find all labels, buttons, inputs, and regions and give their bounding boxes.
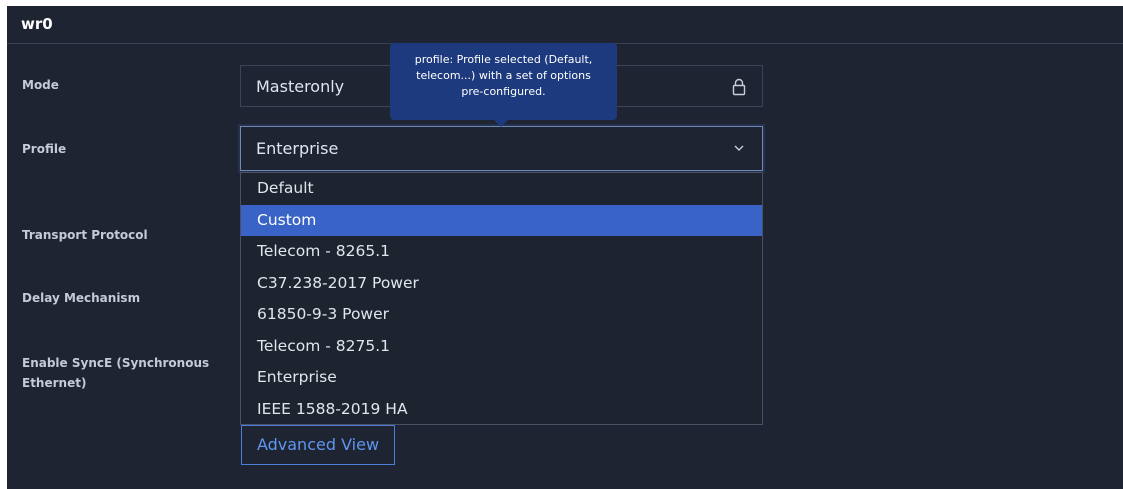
mode-label: Mode	[22, 78, 59, 92]
profile-tooltip: profile: Profile selected (Default, tele…	[390, 43, 617, 127]
profile-option-telecom-8275-1[interactable]: Telecom - 8275.1	[241, 331, 762, 362]
transport-protocol-label: Transport Protocol	[22, 228, 148, 242]
tooltip-arrow	[494, 120, 508, 127]
synce-label-line-1: Enable SyncE (Synchronous	[22, 356, 210, 370]
profile-option-ieee-1588-2019-ha[interactable]: IEEE 1588-2019 HA	[241, 394, 762, 425]
profile-selected-value: Enterprise	[256, 139, 339, 158]
profile-option-61850-9-3-power[interactable]: 61850-9-3 Power	[241, 299, 762, 330]
synce-label: Enable SyncE (Synchronous Ethernet)	[22, 353, 209, 393]
profile-select[interactable]: Enterprise	[240, 126, 763, 171]
profile-option-c37-238-2017-power[interactable]: C37.238-2017 Power	[241, 268, 762, 299]
interface-panel: wr0 Mode Profile Transport Protocol Dela…	[7, 6, 1123, 489]
chevron-down-icon	[734, 145, 744, 151]
profile-option-default[interactable]: Default	[241, 173, 762, 204]
lock-icon	[732, 78, 746, 96]
tooltip-text: profile: Profile selected (Default, tele…	[414, 53, 593, 98]
profile-option-telecom-8265-1[interactable]: Telecom - 8265.1	[241, 236, 762, 267]
profile-dropdown-list: Default Custom Telecom - 8265.1 C37.238-…	[240, 172, 763, 425]
profile-option-custom[interactable]: Custom	[241, 205, 762, 236]
mode-value: Masteronly	[256, 77, 345, 96]
panel-header: wr0	[7, 6, 1123, 44]
advanced-view-button[interactable]: Advanced View	[241, 425, 395, 465]
profile-label: Profile	[22, 142, 67, 156]
delay-mechanism-label: Delay Mechanism	[22, 291, 141, 305]
synce-label-line-2: Ethernet)	[22, 376, 87, 390]
panel-title: wr0	[21, 15, 53, 33]
profile-option-enterprise[interactable]: Enterprise	[241, 362, 762, 393]
